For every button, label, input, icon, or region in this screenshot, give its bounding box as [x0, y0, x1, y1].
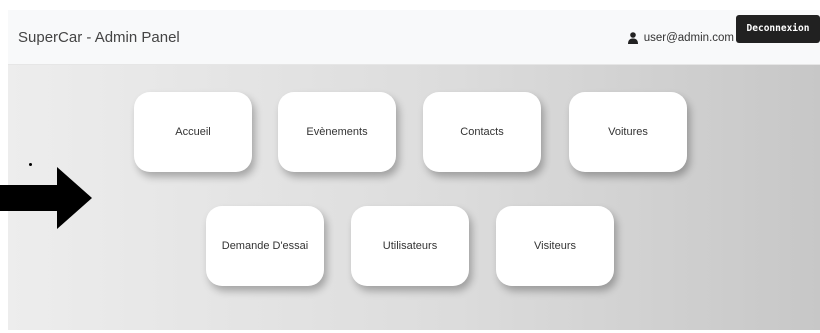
- navbar: SuperCar - Admin Panel user@admin.com De…: [8, 10, 820, 65]
- card-label: Voitures: [608, 126, 648, 138]
- card-voitures[interactable]: Voitures: [569, 92, 687, 172]
- card-visiteurs[interactable]: Visiteurs: [496, 206, 614, 286]
- card-demande-essai[interactable]: Demande D'essai: [206, 206, 324, 286]
- admin-page: SuperCar - Admin Panel user@admin.com De…: [0, 0, 820, 333]
- card-label: Contacts: [460, 126, 504, 138]
- card-label: Utilisateurs: [382, 240, 438, 252]
- card-label: Evènements: [306, 126, 368, 138]
- user-info: user@admin.com: [627, 10, 734, 65]
- card-contacts[interactable]: Contacts: [423, 92, 541, 172]
- card-label: Accueil: [175, 126, 211, 138]
- bullet-dot: [29, 163, 32, 166]
- user-icon: [627, 31, 638, 44]
- user-email: user@admin.com: [643, 31, 734, 44]
- arrow-right-icon: [0, 167, 92, 229]
- dashboard-area: Accueil Evènements Contacts Voitures Dem…: [8, 65, 820, 330]
- card-accueil[interactable]: Accueil: [134, 92, 252, 172]
- card-utilisateurs[interactable]: Utilisateurs: [351, 206, 469, 286]
- brand-title[interactable]: SuperCar - Admin Panel: [18, 10, 180, 65]
- logout-button[interactable]: Deconnexion: [736, 15, 820, 43]
- card-evenements[interactable]: Evènements: [278, 92, 396, 172]
- card-label: Visiteurs: [534, 240, 576, 252]
- card-label: Demande D'essai: [221, 240, 309, 252]
